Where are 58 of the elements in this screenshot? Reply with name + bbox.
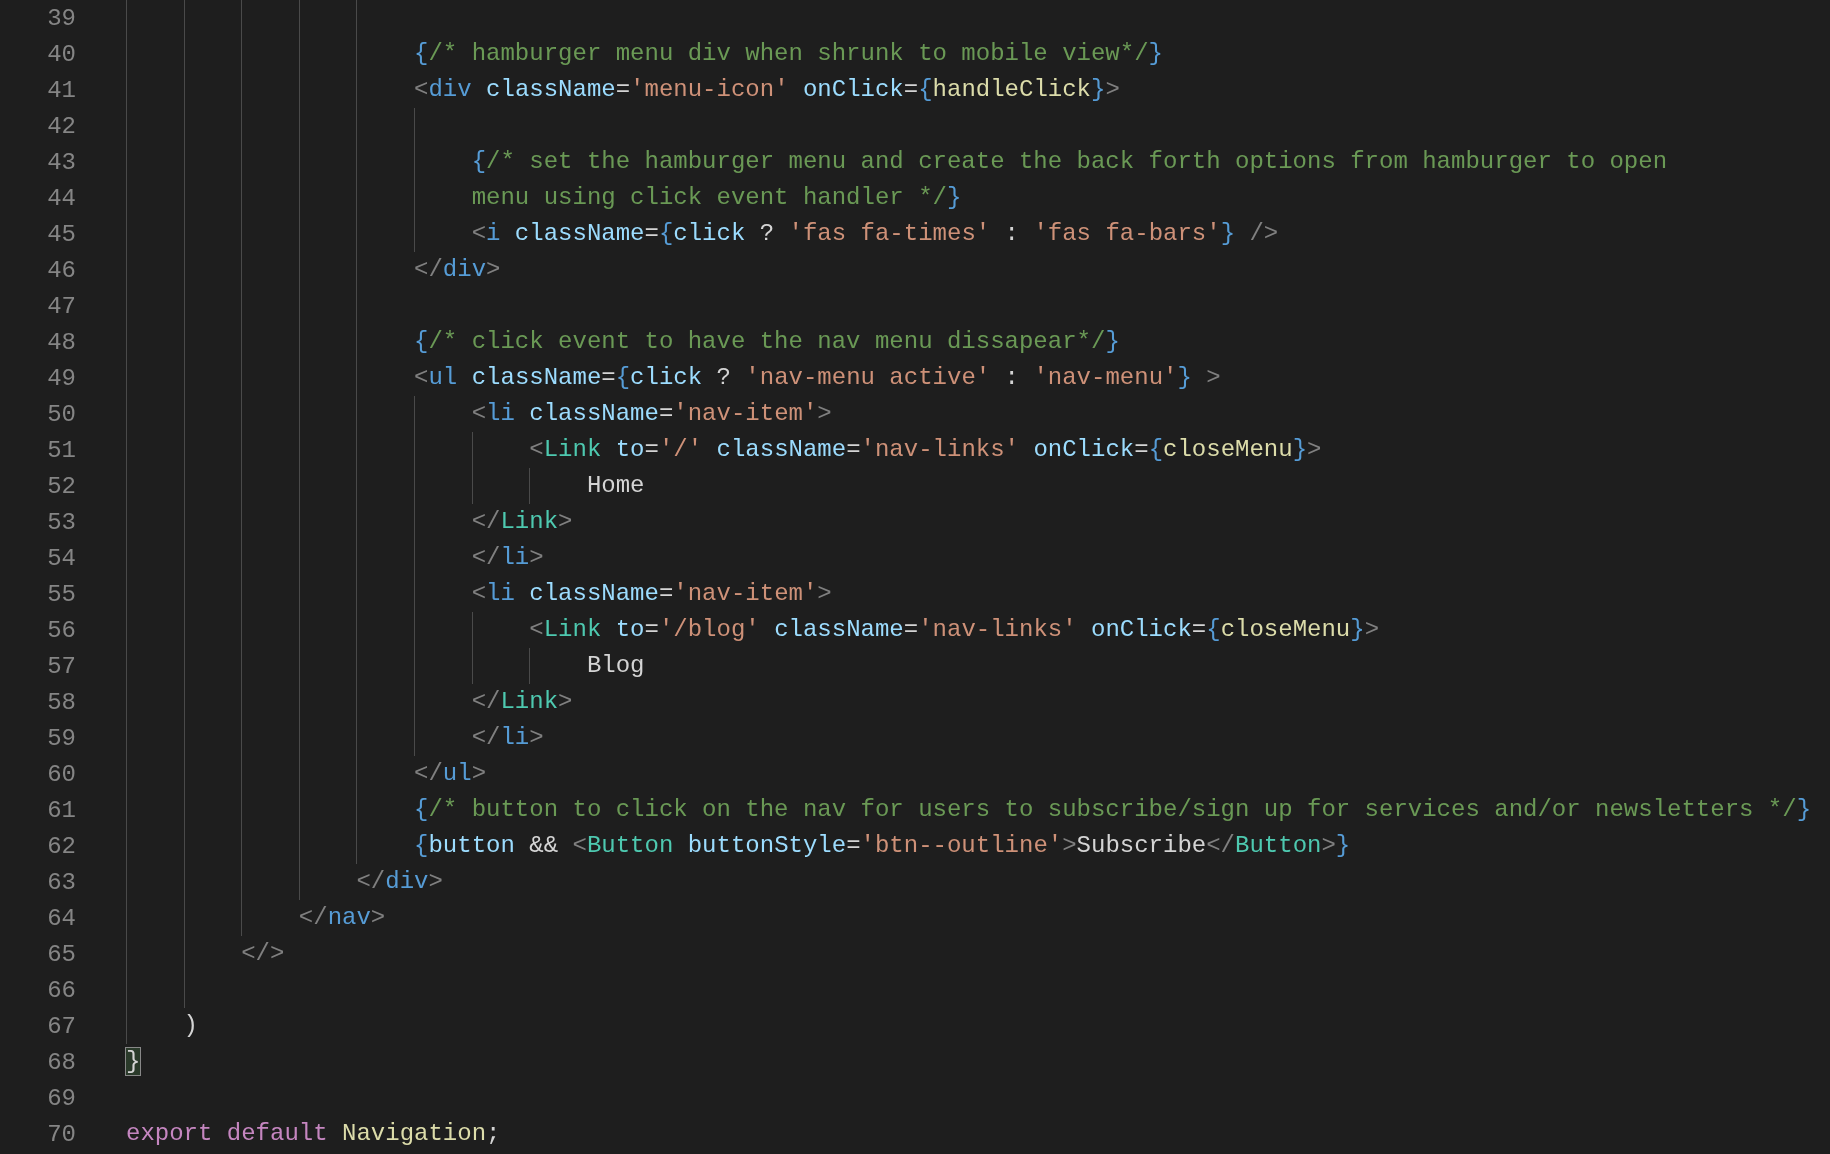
- code-line: <Link to='/blog' className='nav-links' onClick={closeMenu}>: [529, 615, 1380, 645]
- line-number: 66: [46, 976, 76, 1004]
- line-number: 57: [46, 652, 76, 680]
- code-line: {button && <Button buttonStyle='btn--outline'>Subscribe</Button>}: [414, 831, 1351, 861]
- line-number: 67: [46, 1012, 76, 1040]
- code-line: </div>: [414, 255, 501, 285]
- line-number: 56: [46, 616, 76, 644]
- code-line: </li>: [471, 723, 544, 753]
- line-number: 58: [46, 688, 76, 716]
- line-number: 64: [46, 904, 76, 932]
- line-number: 49: [46, 364, 76, 392]
- line-number: 43: [46, 148, 76, 176]
- line-number: 60: [46, 760, 76, 788]
- line-number: 54: [46, 544, 76, 572]
- line-number: 69: [46, 1084, 76, 1112]
- code-line: </>: [241, 939, 285, 969]
- code-line: Blog: [586, 651, 645, 681]
- code-line: {/* set the hamburger menu and create the back forth options from hamburger to open: [471, 147, 1668, 177]
- code-line: ): [183, 1011, 198, 1041]
- line-number: 42: [46, 112, 76, 140]
- code-line: {/* button to click on the nav for users to subscribe/sign up for services and/or newsletters */}: [414, 795, 1812, 825]
- line-number: 47: [46, 292, 76, 320]
- code-line: <li className='nav-item'>: [471, 399, 832, 429]
- code-line: {/* click event to have the nav menu dissapear*/}: [414, 327, 1120, 357]
- code-line: </Link>: [471, 507, 573, 537]
- line-number: 48: [46, 328, 76, 356]
- line-number: 61: [46, 796, 76, 824]
- line-number: 50: [46, 400, 76, 428]
- line-number: 52: [46, 472, 76, 500]
- code-line: menu using click event handler */}: [471, 183, 962, 213]
- code-line: </li>: [471, 543, 544, 573]
- code-line: Home: [586, 471, 645, 501]
- code-line: export default Navigation;: [126, 1119, 501, 1149]
- code-line: </Link>: [471, 687, 573, 717]
- line-number: 59: [46, 724, 76, 752]
- line-number: 51: [46, 436, 76, 464]
- line-number: 65: [46, 940, 76, 968]
- code-line: <i className={click ? 'fas fa-times' : 'fas fa-bars'} />: [471, 219, 1279, 249]
- code-line: </nav>: [298, 903, 386, 933]
- line-number: 55: [46, 580, 76, 608]
- line-number: 53: [46, 508, 76, 536]
- line-number: 70: [46, 1120, 76, 1148]
- line-number: 45: [46, 220, 76, 248]
- line-number: 46: [46, 256, 76, 284]
- line-number: 39: [46, 4, 76, 32]
- line-number: 44: [46, 184, 76, 212]
- code-line: <div className='menu-icon' onClick={handleClick}>: [414, 75, 1120, 105]
- line-number: 63: [46, 868, 76, 896]
- line-number: 40: [46, 40, 76, 68]
- line-number: 41: [46, 76, 76, 104]
- code-line: {/* hamburger menu div when shrunk to mobile view*/}: [414, 39, 1163, 69]
- code-line: <ul className={click ? 'nav-menu active' : 'nav-menu'} >: [414, 363, 1221, 393]
- code-line: <li className='nav-item'>: [471, 579, 832, 609]
- line-number: 68: [46, 1048, 76, 1076]
- line-number: 62: [46, 832, 76, 860]
- code-line: <Link to='/' className='nav-links' onClick={closeMenu}>: [529, 435, 1322, 465]
- code-line: </div>: [356, 867, 443, 897]
- code-line: </ul>: [414, 759, 487, 789]
